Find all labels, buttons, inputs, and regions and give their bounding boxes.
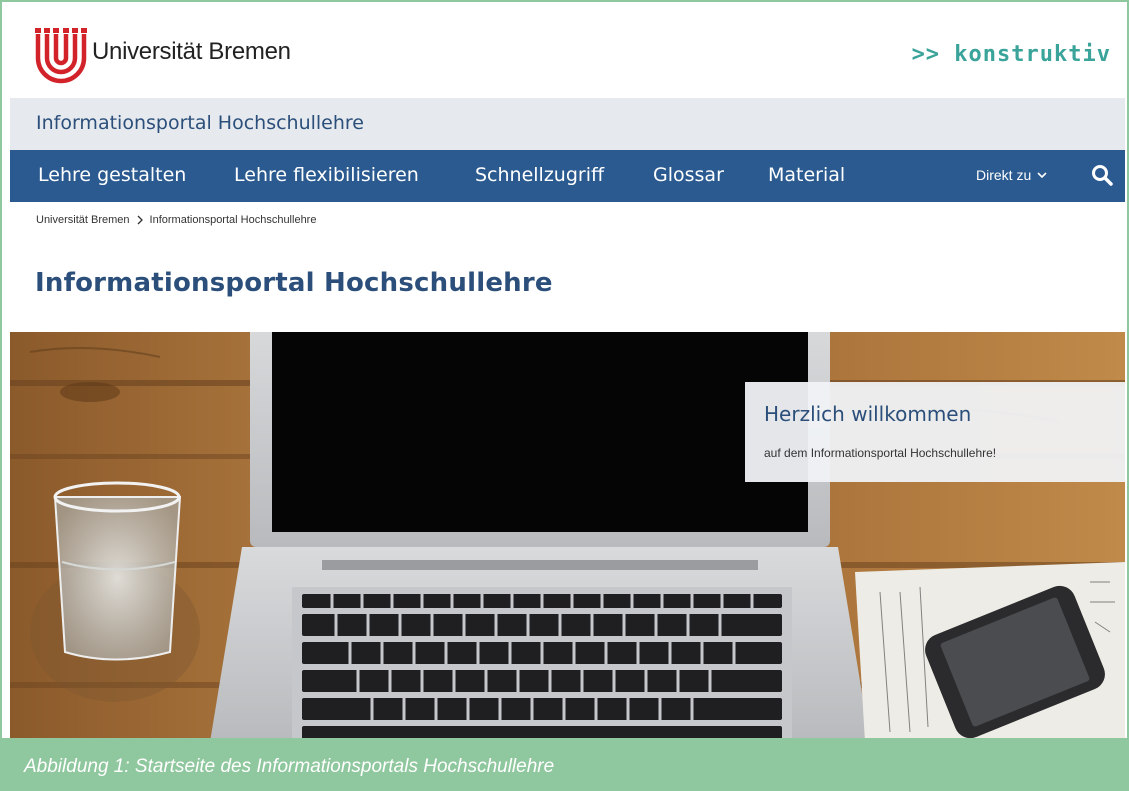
nav-item-glossar[interactable]: Glossar xyxy=(653,164,724,186)
site-header: Universität Bremen >> konstruktiv xyxy=(10,10,1125,98)
direct-to-label: Direkt zu xyxy=(976,167,1032,183)
portal-strip: Informationsportal Hochschullehre xyxy=(10,98,1125,150)
welcome-title: Herzlich willkommen xyxy=(764,402,972,426)
slogan-konstruktiv: >> konstruktiv xyxy=(911,42,1111,67)
screenshot-frame: Universität Bremen >> konstruktiv Inform… xyxy=(0,0,1129,791)
figure-caption-text: Abbildung 1: Startseite des Informations… xyxy=(24,756,555,777)
nav-item-schnellzugriff[interactable]: Schnellzugriff xyxy=(475,164,604,186)
page-title: Informationsportal Hochschullehre xyxy=(35,268,553,298)
portal-strip-title[interactable]: Informationsportal Hochschullehre xyxy=(36,112,364,134)
figure-caption: Abbildung 1: Startseite des Informations… xyxy=(2,738,1127,789)
welcome-box: Herzlich willkommen auf dem Informations… xyxy=(745,382,1125,482)
nav-item-lehre-gestalten[interactable]: Lehre gestalten xyxy=(38,164,186,186)
breadcrumb-item-current: Informationsportal Hochschullehre xyxy=(149,214,317,226)
chevron-down-icon xyxy=(1037,172,1047,179)
search-icon[interactable] xyxy=(1090,163,1114,187)
nav-item-material[interactable]: Material xyxy=(768,164,845,186)
breadcrumb: Universität Bremen Informationsportal Ho… xyxy=(36,214,316,226)
chevron-right-icon xyxy=(137,215,143,225)
nav-item-lehre-flexibilisieren[interactable]: Lehre flexibilisieren xyxy=(234,164,419,186)
university-logo-icon xyxy=(35,28,87,84)
direct-to-dropdown[interactable]: Direkt zu xyxy=(976,167,1047,183)
main-nav: Lehre gestalten Lehre flexibilisieren Sc… xyxy=(10,150,1125,202)
welcome-subtitle: auf dem Informationsportal Hochschullehr… xyxy=(764,446,997,460)
university-name: Universität Bremen xyxy=(92,38,291,65)
university-logo[interactable]: Universität Bremen xyxy=(32,28,291,86)
breadcrumb-item-home[interactable]: Universität Bremen xyxy=(36,214,130,226)
